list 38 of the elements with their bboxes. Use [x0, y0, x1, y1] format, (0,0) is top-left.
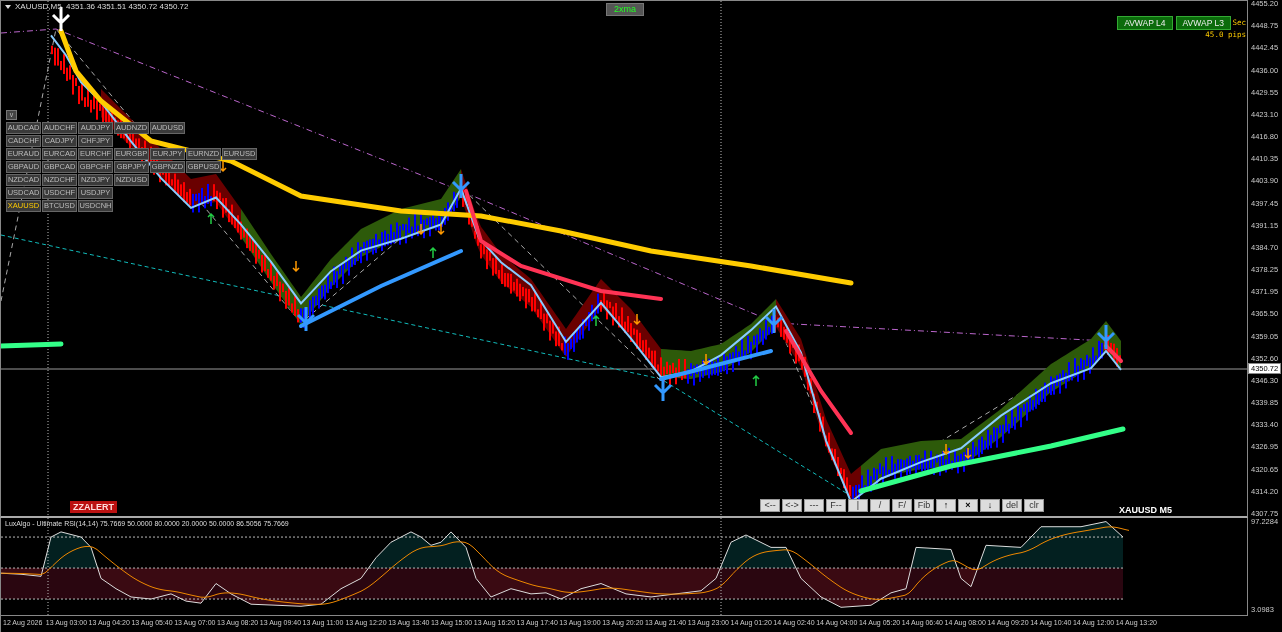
- down-arrow-icon: [437, 223, 445, 236]
- up-arrow-icon: [592, 314, 600, 327]
- up-arrow-icon: [429, 246, 437, 259]
- avwap-button[interactable]: AVWAP L4: [1117, 16, 1173, 30]
- down-arrow-icon: [633, 313, 641, 326]
- down-arrow-icon: [219, 160, 227, 173]
- signal-arrow-icon: [764, 307, 784, 335]
- symbol-quote-header: XAUUSD,M5 4351.36 4351.51 4350.72 4350.72: [15, 2, 189, 11]
- up-arrow-icon: [207, 212, 215, 225]
- down-arrow-icon: [702, 353, 710, 366]
- avwap-button[interactable]: AVWAP L3: [1175, 16, 1231, 30]
- signal-arrow-icon: [1096, 323, 1116, 351]
- trend-segment-line: [1104, 344, 1123, 363]
- drawing-tool-button[interactable]: ↑: [936, 499, 956, 512]
- drawing-tool-button[interactable]: F--: [826, 499, 846, 512]
- signal-arrow-icon: [451, 172, 471, 200]
- drawing-tool-button[interactable]: clr: [1024, 499, 1044, 512]
- moving-average-line: [1, 341, 64, 349]
- down-arrow-icon: [942, 443, 950, 456]
- chart-caption: XAUUSD M5: [1119, 505, 1172, 515]
- drawing-tool-button[interactable]: <--: [760, 499, 780, 512]
- drawing-tool-button[interactable]: del: [1002, 499, 1022, 512]
- down-arrow-icon: [292, 260, 300, 273]
- drawing-tool-button[interactable]: ---: [804, 499, 824, 512]
- down-arrow-icon: [964, 447, 972, 460]
- drawing-tool-button[interactable]: Fib: [914, 499, 934, 512]
- drawing-tool-button[interactable]: <->: [782, 499, 802, 512]
- drawing-tool-button[interactable]: F/: [892, 499, 912, 512]
- dropdown-triangle-icon[interactable]: [5, 4, 11, 9]
- indicator-button[interactable]: 2xma: [606, 3, 644, 16]
- drawing-tool-button[interactable]: ×: [958, 499, 978, 512]
- drawing-tool-button[interactable]: /: [870, 499, 890, 512]
- drawing-tool-button[interactable]: ↓: [980, 499, 1000, 512]
- down-arrow-icon: [417, 223, 425, 236]
- signal-arrow-icon: [296, 305, 316, 333]
- alert-label: ZZALERT: [70, 501, 117, 513]
- drawing-tool-button[interactable]: |: [848, 499, 868, 512]
- up-arrow-icon: [752, 374, 760, 387]
